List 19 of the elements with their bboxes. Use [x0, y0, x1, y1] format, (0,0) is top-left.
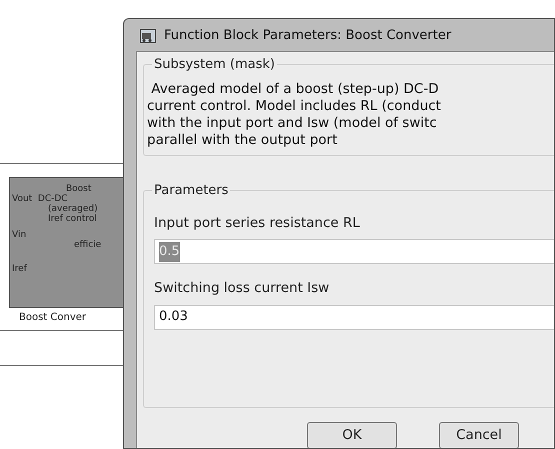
block-text: Iref control: [47, 214, 97, 224]
description-text: parallel with the output port: [147, 132, 338, 149]
subsystem-block[interactable]: Boost Vout DC-DC (averaged) Iref control Vin efficie Iref: [9, 177, 123, 308]
block-text: Vout DC-DC: [12, 194, 68, 204]
description-text: Averaged model of a boost (step-up) DC-D: [150, 81, 440, 98]
window-title: Function Block Parameters: Boost Converter: [164, 27, 452, 46]
description-text: with the input port and Isw (model of switc: [147, 115, 438, 132]
block-text: Iref: [12, 264, 27, 274]
ok-button[interactable]: OK: [307, 422, 397, 448]
block-text: efficie: [73, 240, 102, 250]
field-label: Switching loss current Isw: [154, 279, 330, 298]
input-field[interactable]: 0.03: [154, 304, 554, 330]
field-label: Input port series resistance RL: [154, 214, 361, 233]
block-text: (averaged): [47, 204, 98, 214]
block-text: Boost: [65, 184, 92, 194]
description-text: current control. Model includes RL (conduct: [147, 98, 442, 115]
block-text: Vin: [12, 230, 26, 240]
window-icon: [140, 29, 156, 43]
cancel-button[interactable]: Cancel: [439, 422, 519, 448]
